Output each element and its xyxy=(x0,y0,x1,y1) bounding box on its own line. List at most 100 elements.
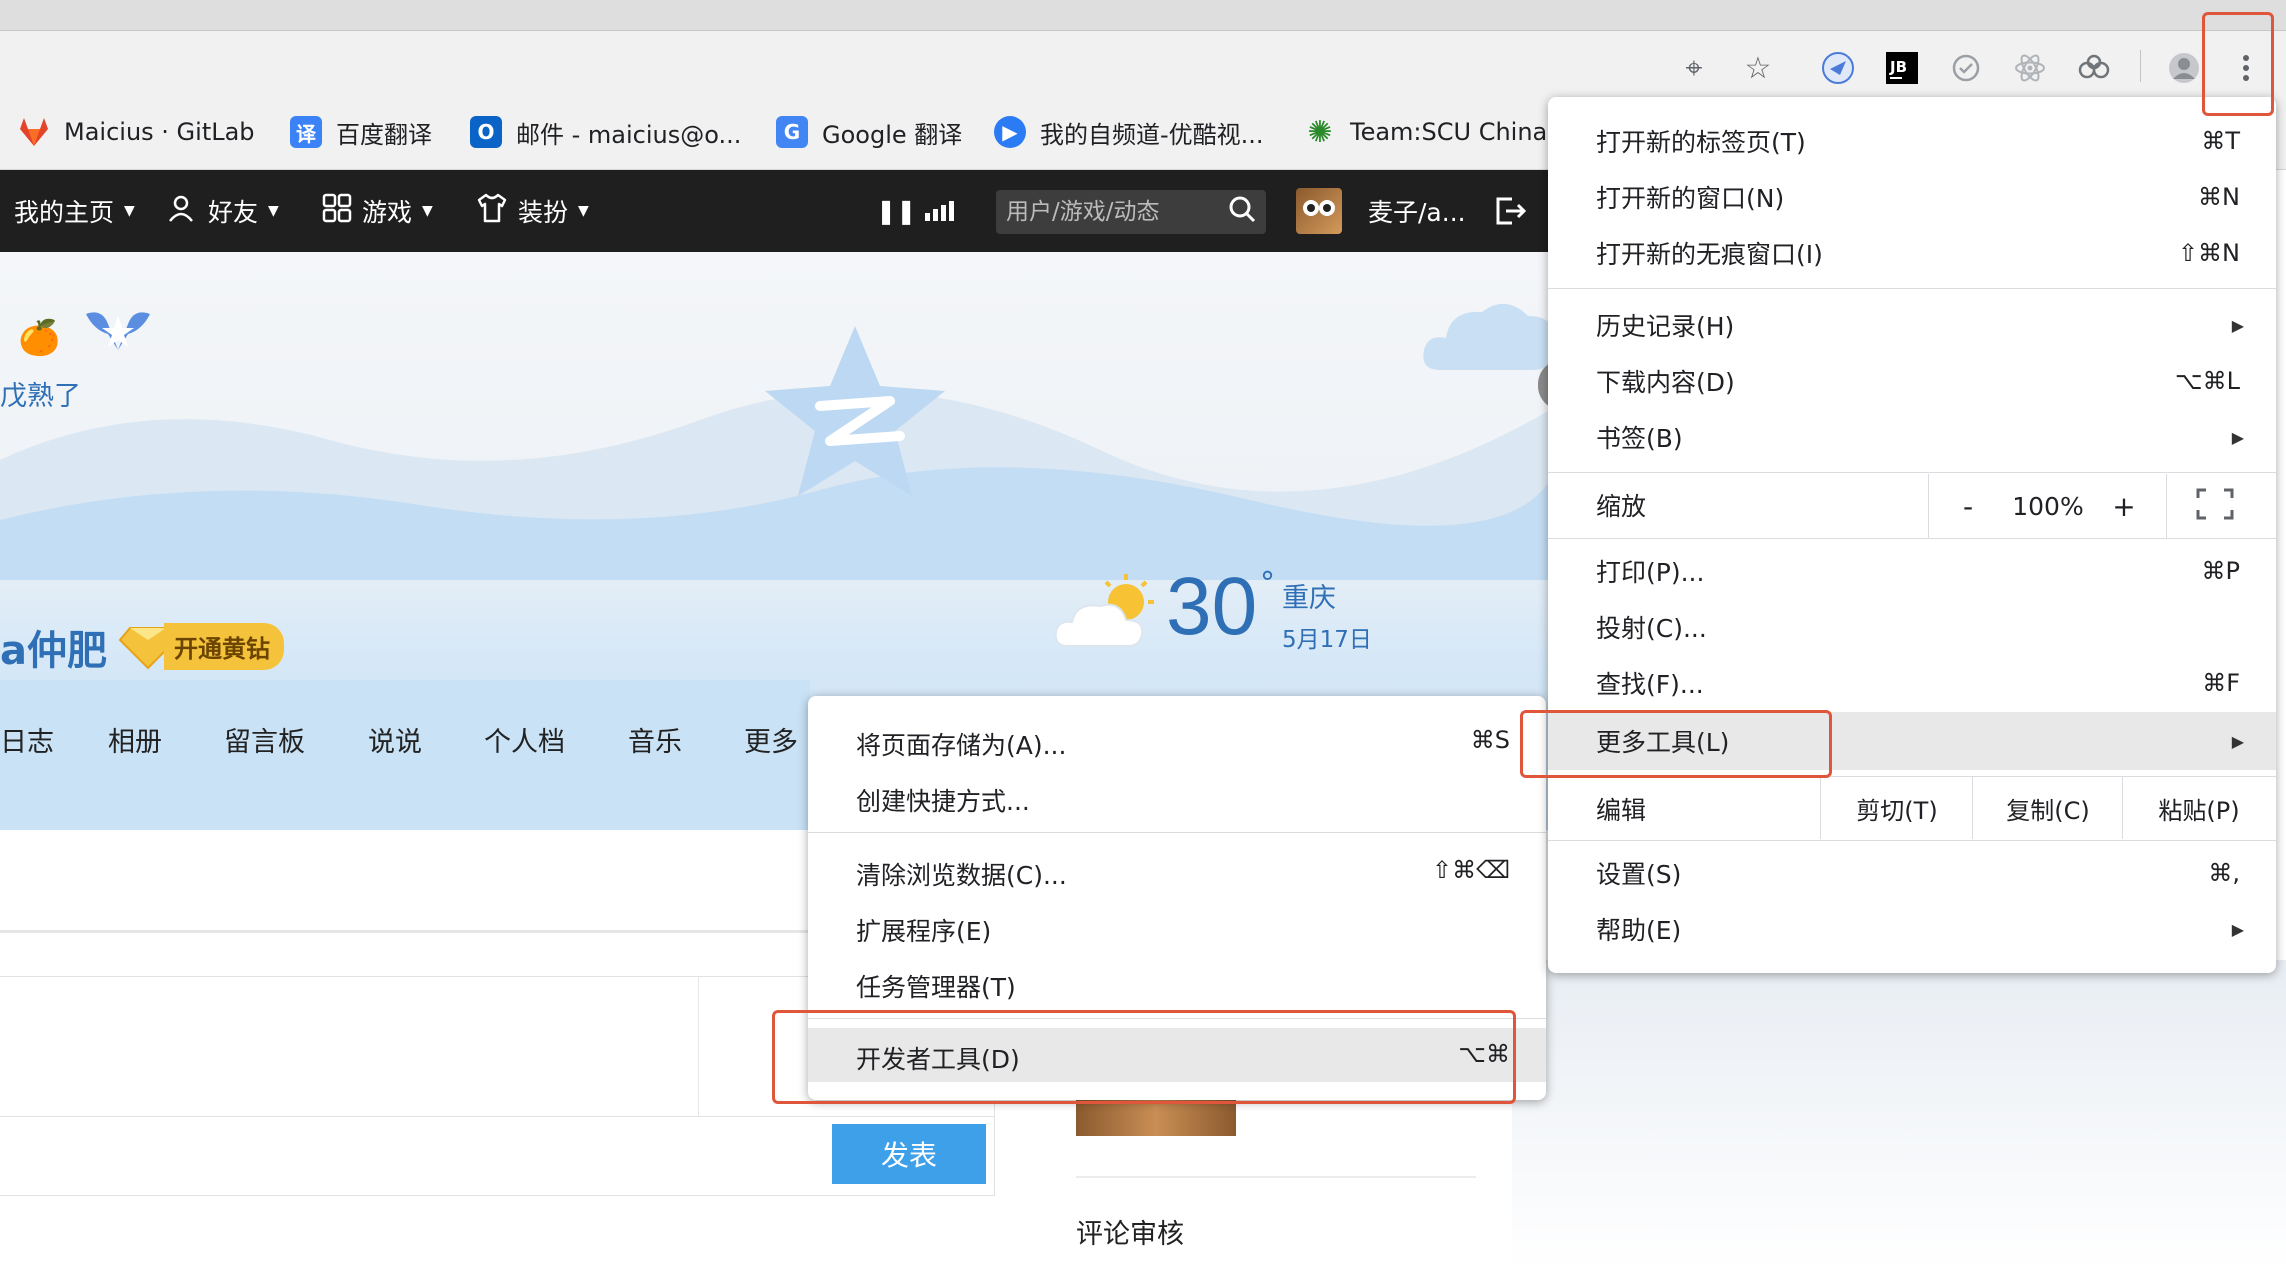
winged-star-badge-icon[interactable] xyxy=(82,304,154,356)
profile-avatar-icon[interactable] xyxy=(2164,48,2204,88)
nav-home-label: 我的主页 xyxy=(14,198,115,227)
bookmark-star-icon[interactable]: ☆ xyxy=(1738,48,1778,88)
profile-name-fragment: a仲肥 xyxy=(0,628,107,674)
nav-friends-label: 好友 xyxy=(208,198,259,227)
edit-divider xyxy=(1972,777,1973,839)
menu-extensions[interactable]: 扩展程序(E) xyxy=(808,900,1546,954)
menu-shortcut: ⌘T xyxy=(2201,127,2240,155)
bookmark-label: Maicius · GitLab xyxy=(64,118,255,146)
paste-button[interactable]: 粘贴(P) xyxy=(2124,782,2274,834)
menu-shortcut: ⇧⌘⌫ xyxy=(1431,856,1510,884)
fullscreen-icon[interactable] xyxy=(2196,488,2234,524)
submenu-arrow-icon: ▶ xyxy=(2231,315,2244,335)
logout-icon[interactable] xyxy=(1494,188,1528,234)
menu-create-shortcut[interactable]: 创建快捷方式... xyxy=(808,770,1546,824)
menu-new-incognito-window[interactable]: 打开新的无痕窗口(I) ⇧⌘N xyxy=(1548,226,2276,280)
menu-bookmarks[interactable]: 书签(B) ▶ xyxy=(1548,410,2276,464)
side-divider xyxy=(1076,1176,1476,1178)
zoom-in-button[interactable]: + xyxy=(2106,484,2142,528)
nav-home[interactable]: 我的主页 ▼ xyxy=(14,188,135,234)
post-button[interactable]: 发表 xyxy=(832,1124,986,1184)
extension-links-icon[interactable] xyxy=(2074,48,2114,88)
editor-divider xyxy=(698,976,699,1116)
bookmark-gitlab[interactable]: Maicius · GitLab xyxy=(18,110,255,154)
menu-history[interactable]: 历史记录(H) ▶ xyxy=(1548,298,2276,352)
bookmark-youku[interactable]: ▶ 我的自频道-优酷视... xyxy=(994,110,1264,154)
menu-label: 将页面存储为(A)... xyxy=(856,731,1067,760)
nav-friends[interactable]: 好友 ▼ xyxy=(168,188,279,234)
menu-clear-browsing-data[interactable]: 清除浏览数据(C)... ⇧⌘⌫ xyxy=(808,844,1546,898)
bookmark-label: Google 翻译 xyxy=(822,120,963,149)
zoom-out-button[interactable]: - xyxy=(1950,484,1986,528)
tab-album[interactable]: 相册 xyxy=(108,720,162,759)
menu-save-page[interactable]: 将页面存储为(A)... ⌘S xyxy=(808,714,1546,768)
menu-label: 帮助(E) xyxy=(1596,916,1682,945)
nickname-fragment: 戊熟了 xyxy=(0,381,81,412)
signal-bars-icon[interactable] xyxy=(924,188,956,234)
friends-icon xyxy=(168,193,198,230)
tab-profile[interactable]: 个人档 xyxy=(484,720,565,759)
orange-badge-icon[interactable]: 🍊 xyxy=(18,318,60,358)
tab-guestbook[interactable]: 留言板 xyxy=(224,720,305,759)
bookmark-outlook[interactable]: O 邮件 - maicius@o... xyxy=(470,110,741,154)
submenu-arrow-icon: ▶ xyxy=(2231,919,2244,939)
tab-music[interactable]: 音乐 xyxy=(628,720,682,759)
menu-separator xyxy=(1548,840,2276,841)
menu-new-tab[interactable]: 打开新的标签页(T) ⌘T xyxy=(1548,114,2276,168)
menu-help[interactable]: 帮助(E) ▶ xyxy=(1548,902,2276,956)
qzone-search-input[interactable] xyxy=(996,198,1228,226)
menu-shortcut: ⌘, xyxy=(2208,859,2240,887)
bookmark-label: Team:SCU China xyxy=(1350,118,1548,146)
react-devtools-icon[interactable] xyxy=(2010,48,2050,88)
menu-label: 历史记录(H) xyxy=(1596,312,1735,341)
svg-text:JB: JB xyxy=(1889,58,1907,76)
weather-degree-unit: ° xyxy=(1260,566,1275,601)
search-icon[interactable] xyxy=(1228,195,1256,230)
menu-label: 打开新的窗口(N) xyxy=(1596,184,1785,213)
cut-button[interactable]: 剪切(T) xyxy=(1822,782,1972,834)
caret-down-icon: ▼ xyxy=(578,203,589,219)
edit-divider xyxy=(1820,777,1821,839)
nav-dressup[interactable]: 装扮 ▼ xyxy=(476,188,589,234)
menu-shortcut: ⌘P xyxy=(2201,557,2240,585)
open-vip-label: 开通黄钻 xyxy=(164,622,284,670)
tab-blog[interactable]: 日志 xyxy=(0,720,54,759)
qzone-search-box xyxy=(996,190,1266,234)
jetbrains-icon[interactable]: JB xyxy=(1882,48,1922,88)
tab-shuoshuo[interactable]: 说说 xyxy=(368,720,422,759)
user-avatar[interactable] xyxy=(1296,188,1342,234)
nav-username[interactable]: 麦子/a... xyxy=(1368,188,1466,234)
menu-print[interactable]: 打印(P)... ⌘P xyxy=(1548,544,2276,598)
tab-more[interactable]: 更多 xyxy=(744,720,798,759)
toolbar-divider xyxy=(2140,50,2141,82)
music-pause-icon[interactable]: ❚❚ xyxy=(876,188,916,234)
right-background xyxy=(1512,960,2286,1270)
qzone-star-logo-icon xyxy=(765,326,945,496)
menu-settings[interactable]: 设置(S) ⌘, xyxy=(1548,846,2276,900)
bookmark-baidu-translate[interactable]: 译 百度翻译 xyxy=(290,110,432,154)
open-vip-button[interactable]: 开通黄钻 xyxy=(118,620,308,672)
partly-sunny-icon xyxy=(1054,574,1154,647)
menu-label: 打印(P)... xyxy=(1596,558,1705,587)
bookmark-label: 我的自频道-优酷视... xyxy=(1040,120,1264,149)
menu-find[interactable]: 查找(F)... ⌘F xyxy=(1548,656,2276,710)
caret-down-icon: ▼ xyxy=(422,203,433,219)
menu-label: 清除浏览数据(C)... xyxy=(856,861,1067,890)
menu-shortcut: ⌘S xyxy=(1470,726,1510,754)
menu-task-manager[interactable]: 任务管理器(T) xyxy=(808,956,1546,1010)
nav-games[interactable]: 游戏 ▼ xyxy=(322,188,433,234)
comment-review-label[interactable]: 评论审核 xyxy=(1076,1212,1184,1251)
extension-bird-icon[interactable] xyxy=(1818,48,1858,88)
submenu-arrow-icon: ▶ xyxy=(2231,427,2244,447)
menu-new-window[interactable]: 打开新的窗口(N) ⌘N xyxy=(1548,170,2276,224)
highlight-menu-button xyxy=(2202,12,2274,116)
copy-button[interactable]: 复制(C) xyxy=(1974,782,2122,834)
location-target-icon[interactable]: ⌖ xyxy=(1674,48,1714,88)
menu-downloads[interactable]: 下载内容(D) ⌥⌘L xyxy=(1548,354,2276,408)
menu-label: 打开新的无痕窗口(I) xyxy=(1596,240,1823,269)
bookmark-igem[interactable]: ✺ Team:SCU China xyxy=(1304,110,1547,154)
check-circle-icon[interactable] xyxy=(1946,48,1986,88)
menu-label: 缩放 xyxy=(1596,492,1647,521)
menu-cast[interactable]: 投射(C)... xyxy=(1548,600,2276,654)
bookmark-google-translate[interactable]: G Google 翻译 xyxy=(776,110,962,154)
